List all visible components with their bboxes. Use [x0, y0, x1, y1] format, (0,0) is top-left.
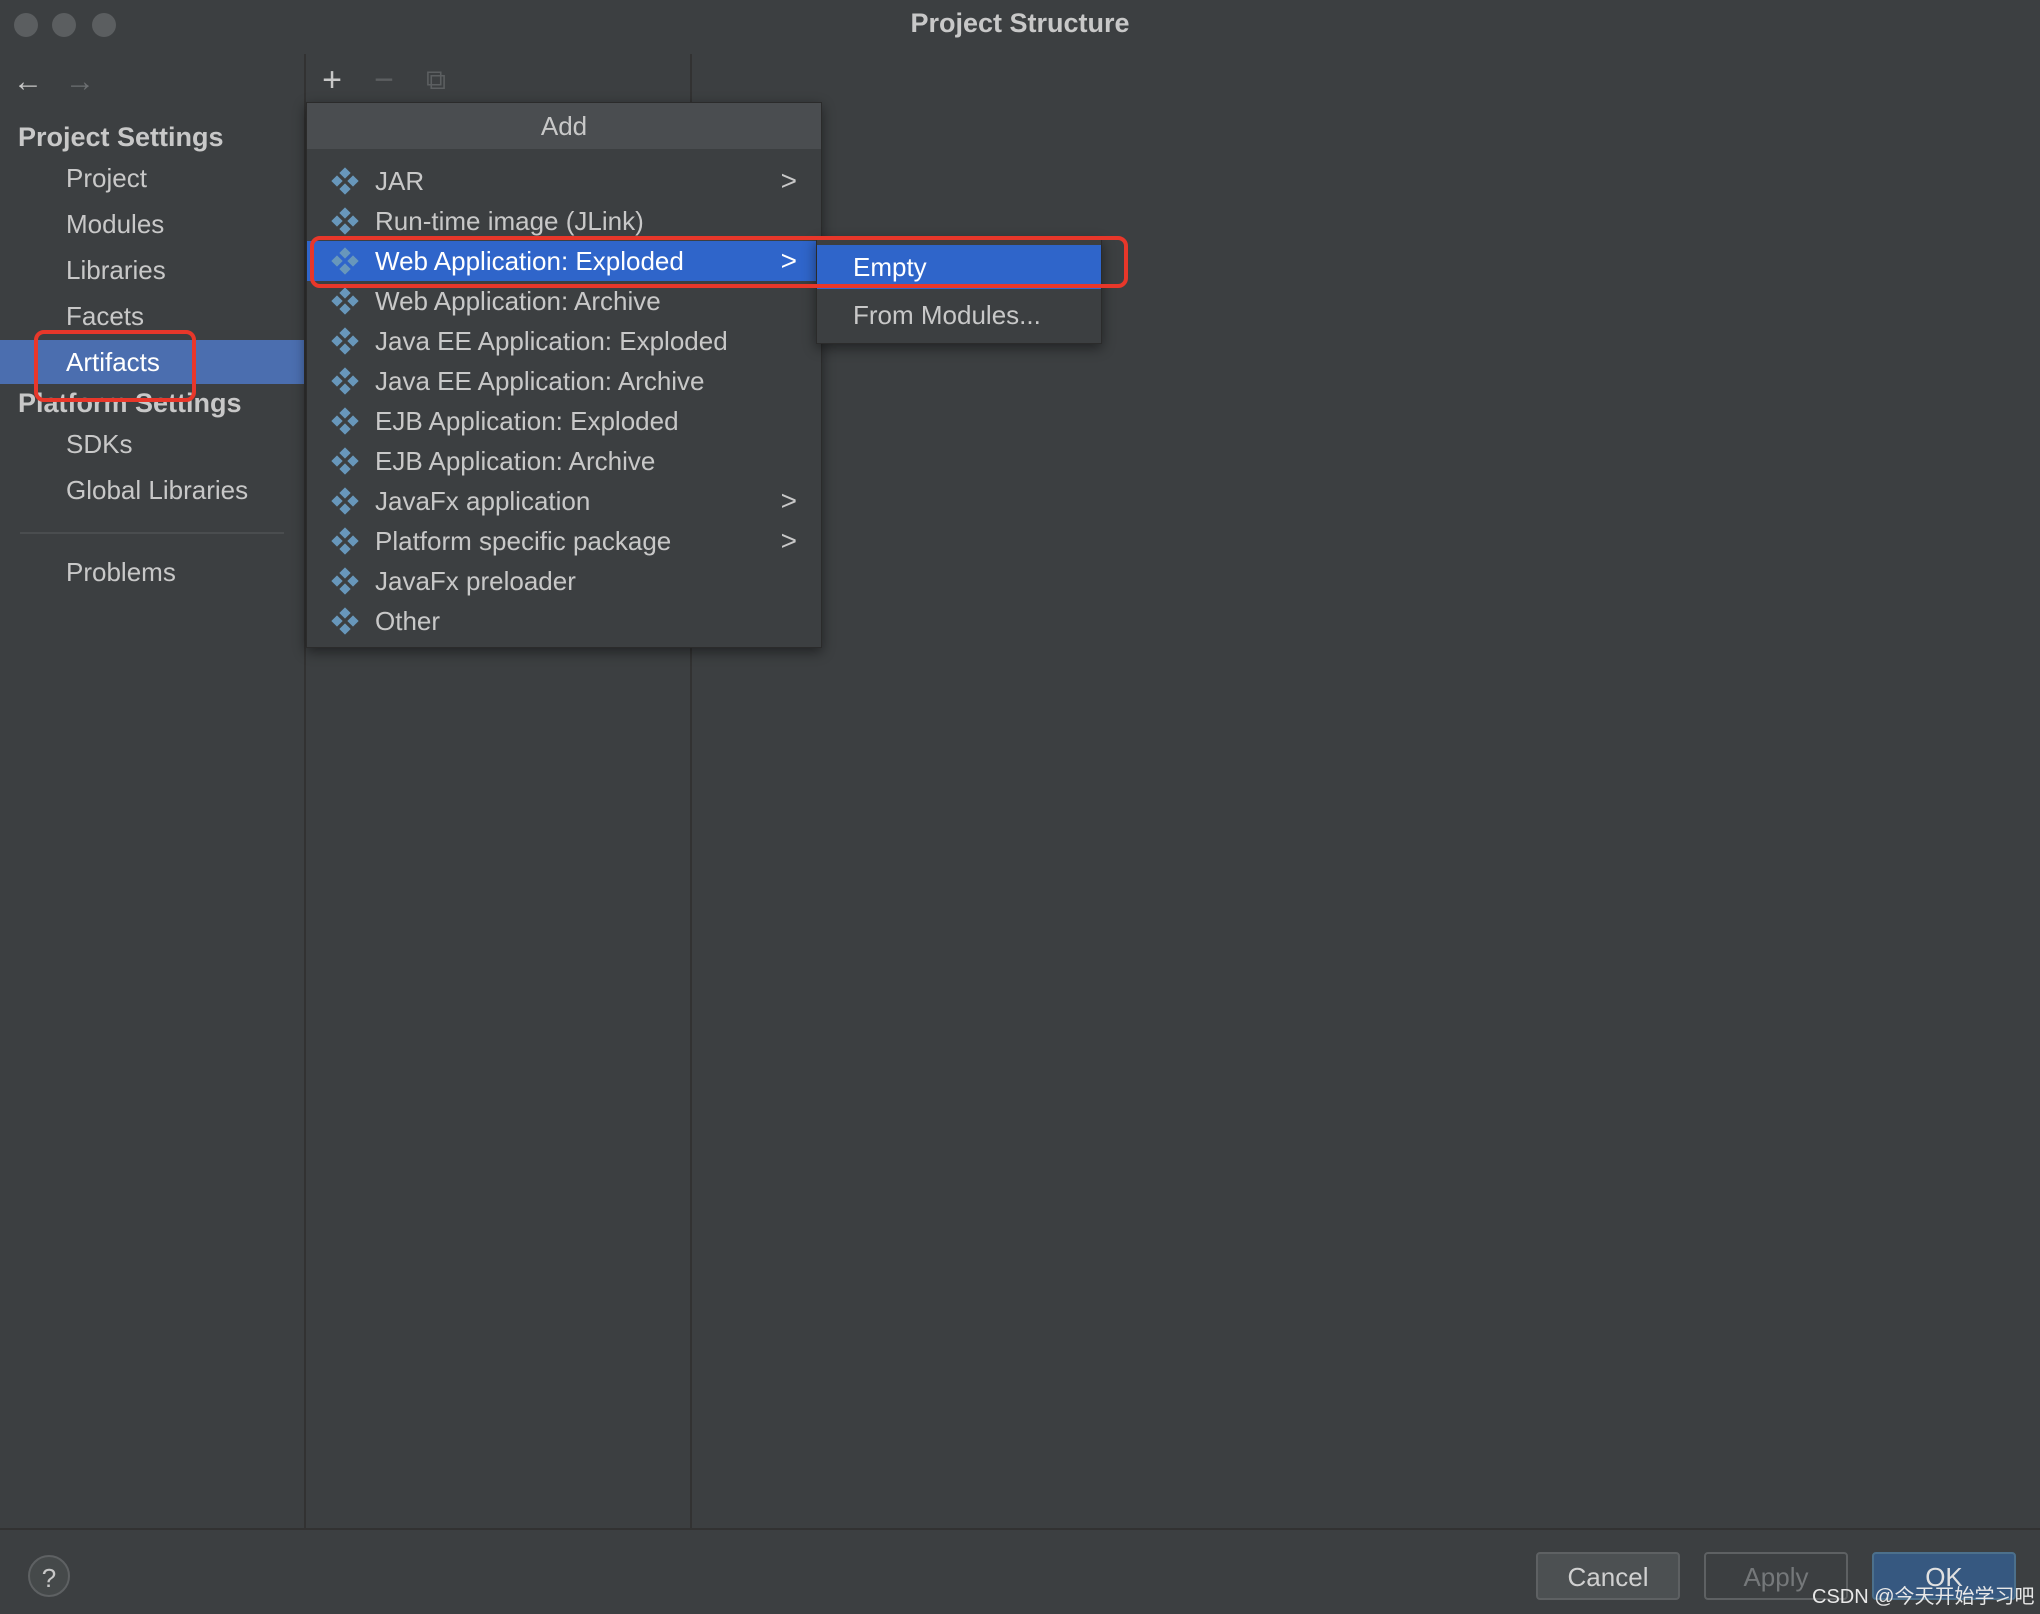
menu-item-javafx-preloader[interactable]: JavaFx preloader	[307, 561, 821, 601]
title-bar: Project Structure	[0, 0, 2040, 50]
menu-item-label: Run-time image (JLink)	[375, 206, 644, 236]
submenu-item-from-modules[interactable]: From Modules...	[817, 293, 1101, 337]
menu-item-label: Platform specific package	[375, 526, 672, 556]
menu-item-platform-specific-package[interactable]: Platform specific package >	[307, 521, 821, 561]
menu-item-run-time-image-jlink[interactable]: Run-time image (JLink)	[307, 201, 821, 241]
annotation-box-web-app-empty	[310, 236, 1128, 288]
artifact-icon	[331, 487, 359, 515]
artifact-icon	[331, 287, 359, 315]
artifact-icon	[331, 207, 359, 235]
annotation-box-artifacts	[34, 330, 196, 402]
copy-icon[interactable]: ⧉	[416, 60, 456, 100]
sidebar-item-modules[interactable]: Modules	[0, 202, 304, 246]
menu-item-label: EJB Application: Exploded	[375, 406, 679, 436]
project-settings-heading: Project Settings	[18, 122, 224, 152]
menu-item-label: EJB Application: Archive	[375, 446, 656, 476]
menu-item-label: JAR	[375, 166, 425, 196]
menu-item-javafx-application[interactable]: JavaFx application >	[307, 481, 821, 521]
chevron-right-icon: >	[780, 485, 797, 516]
add-button[interactable]: +	[312, 60, 352, 100]
artifact-icon	[331, 447, 359, 475]
sidebar-item-problems[interactable]: Problems	[0, 550, 304, 594]
sidebar-item-global-libraries[interactable]: Global Libraries	[0, 468, 304, 512]
menu-item-label: Other	[375, 606, 441, 636]
menu-item-label: JavaFx application	[375, 486, 591, 516]
menu-item-other[interactable]: Other	[307, 601, 821, 641]
chevron-right-icon: >	[780, 165, 797, 196]
remove-button[interactable]: −	[364, 60, 404, 100]
menu-item-label: JavaFx preloader	[375, 566, 576, 596]
menu-item-ejb-application-exploded[interactable]: EJB Application: Exploded	[307, 401, 821, 441]
popup-title: Add	[307, 103, 821, 149]
artifact-icon	[331, 167, 359, 195]
artifact-icon	[331, 407, 359, 435]
menu-item-label: Java EE Application: Archive	[375, 366, 705, 396]
sidebar-item-project[interactable]: Project	[0, 156, 304, 200]
window-title: Project Structure	[910, 8, 1130, 38]
menu-item-jar[interactable]: JAR >	[307, 161, 821, 201]
sidebar-divider	[20, 532, 284, 534]
artifact-icon	[331, 567, 359, 595]
artifact-icon	[331, 527, 359, 555]
forward-arrow-icon[interactable]: →	[62, 64, 98, 100]
menu-item-ejb-application-archive[interactable]: EJB Application: Archive	[307, 441, 821, 481]
back-arrow-icon[interactable]: ←	[10, 64, 46, 100]
sidebar-item-sdks[interactable]: SDKs	[0, 422, 304, 466]
add-popup-menu: Add JAR > Run-time image (JLink) Web Applic…	[306, 102, 822, 648]
menu-item-java-ee-application-exploded[interactable]: Java EE Application: Exploded	[307, 321, 821, 361]
menu-item-label: Java EE Application: Exploded	[375, 326, 728, 356]
artifact-icon	[331, 327, 359, 355]
help-button[interactable]: ?	[28, 1555, 70, 1597]
artifact-icon	[331, 607, 359, 635]
watermark-text: CSDN @今天开始学习吧	[1812, 1586, 2035, 1608]
sidebar-item-libraries[interactable]: Libraries	[0, 248, 304, 292]
cancel-button[interactable]: Cancel	[1536, 1552, 1680, 1600]
menu-item-java-ee-application-archive[interactable]: Java EE Application: Archive	[307, 361, 821, 401]
artifact-icon	[331, 367, 359, 395]
chevron-right-icon: >	[780, 525, 797, 556]
